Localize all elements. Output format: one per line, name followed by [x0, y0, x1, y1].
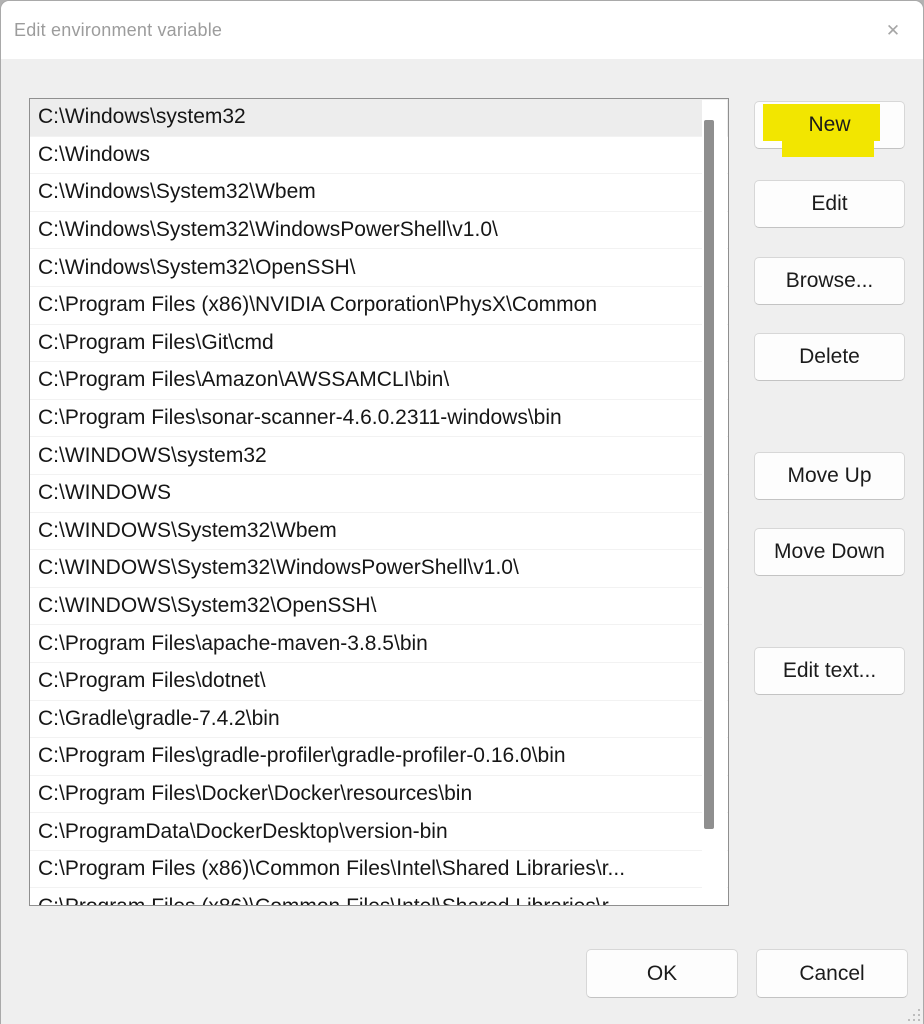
- new-button-label: New: [808, 113, 850, 137]
- list-item[interactable]: C:\WINDOWS: [30, 475, 728, 513]
- cancel-button[interactable]: Cancel: [756, 949, 908, 998]
- vertical-scrollbar-track[interactable]: [702, 100, 727, 904]
- list-item[interactable]: C:\Program Files\dotnet\: [30, 663, 728, 701]
- vertical-scrollbar-thumb[interactable]: [704, 120, 714, 829]
- list-item[interactable]: C:\Gradle\gradle-7.4.2\bin: [30, 701, 728, 739]
- delete-button[interactable]: Delete: [754, 333, 905, 381]
- list-item[interactable]: C:\WINDOWS\System32\OpenSSH\: [30, 588, 728, 626]
- list-item[interactable]: C:\Windows\System32\Wbem: [30, 174, 728, 212]
- browse-button-label: Browse...: [786, 269, 874, 293]
- move-down-button-label: Move Down: [774, 540, 885, 564]
- edit-button[interactable]: Edit: [754, 180, 905, 228]
- list-item[interactable]: C:\ProgramData\DockerDesktop\version-bin: [30, 813, 728, 851]
- list-item[interactable]: C:\Program Files\Git\cmd: [30, 325, 728, 363]
- ok-button[interactable]: OK: [586, 949, 738, 998]
- list-item[interactable]: C:\Program Files\Amazon\AWSSAMCLI\bin\: [30, 362, 728, 400]
- resize-grip-icon[interactable]: [902, 1003, 920, 1021]
- edit-text-button[interactable]: Edit text...: [754, 647, 905, 695]
- title-bar: Edit environment variable ✕: [1, 1, 923, 59]
- list-item[interactable]: C:\Program Files\sonar-scanner-4.6.0.231…: [30, 400, 728, 438]
- ok-button-label: OK: [647, 962, 677, 986]
- cancel-button-label: Cancel: [799, 962, 864, 986]
- move-up-button-label: Move Up: [787, 464, 871, 488]
- browse-button[interactable]: Browse...: [754, 257, 905, 305]
- new-button[interactable]: New: [754, 101, 905, 149]
- list-item[interactable]: C:\Program Files (x86)\Common Files\Inte…: [30, 888, 728, 906]
- list-item[interactable]: C:\Program Files\apache-maven-3.8.5\bin: [30, 625, 728, 663]
- list-item[interactable]: C:\WINDOWS\system32: [30, 437, 728, 475]
- list-item[interactable]: C:\Windows\System32\OpenSSH\: [30, 249, 728, 287]
- move-down-button[interactable]: Move Down: [754, 528, 905, 576]
- list-item[interactable]: C:\WINDOWS\System32\WindowsPowerShell\v1…: [30, 550, 728, 588]
- list-item[interactable]: C:\Program Files (x86)\NVIDIA Corporatio…: [30, 287, 728, 325]
- edit-button-label: Edit: [811, 192, 847, 216]
- list-item[interactable]: C:\Windows: [30, 137, 728, 175]
- highlight-annotation: [782, 140, 874, 157]
- path-listbox: C:\Windows\system32 C:\Windows C:\Window…: [29, 98, 729, 906]
- close-icon: ✕: [886, 22, 900, 39]
- edit-text-button-label: Edit text...: [783, 659, 876, 683]
- list-item[interactable]: C:\Program Files (x86)\Common Files\Inte…: [30, 851, 728, 889]
- move-up-button[interactable]: Move Up: [754, 452, 905, 500]
- list-item[interactable]: C:\WINDOWS\System32\Wbem: [30, 513, 728, 551]
- edit-environment-variable-dialog: Edit environment variable ✕ C:\Windows\s…: [0, 0, 924, 1024]
- list-item[interactable]: C:\Windows\System32\WindowsPowerShell\v1…: [30, 212, 728, 250]
- delete-button-label: Delete: [799, 345, 860, 369]
- close-button[interactable]: ✕: [871, 8, 915, 52]
- list-item[interactable]: C:\Program Files\Docker\Docker\resources…: [30, 776, 728, 814]
- window-title: Edit environment variable: [14, 1, 222, 59]
- list-item[interactable]: C:\Windows\system32: [30, 99, 728, 137]
- list-item[interactable]: C:\Program Files\gradle-profiler\gradle-…: [30, 738, 728, 776]
